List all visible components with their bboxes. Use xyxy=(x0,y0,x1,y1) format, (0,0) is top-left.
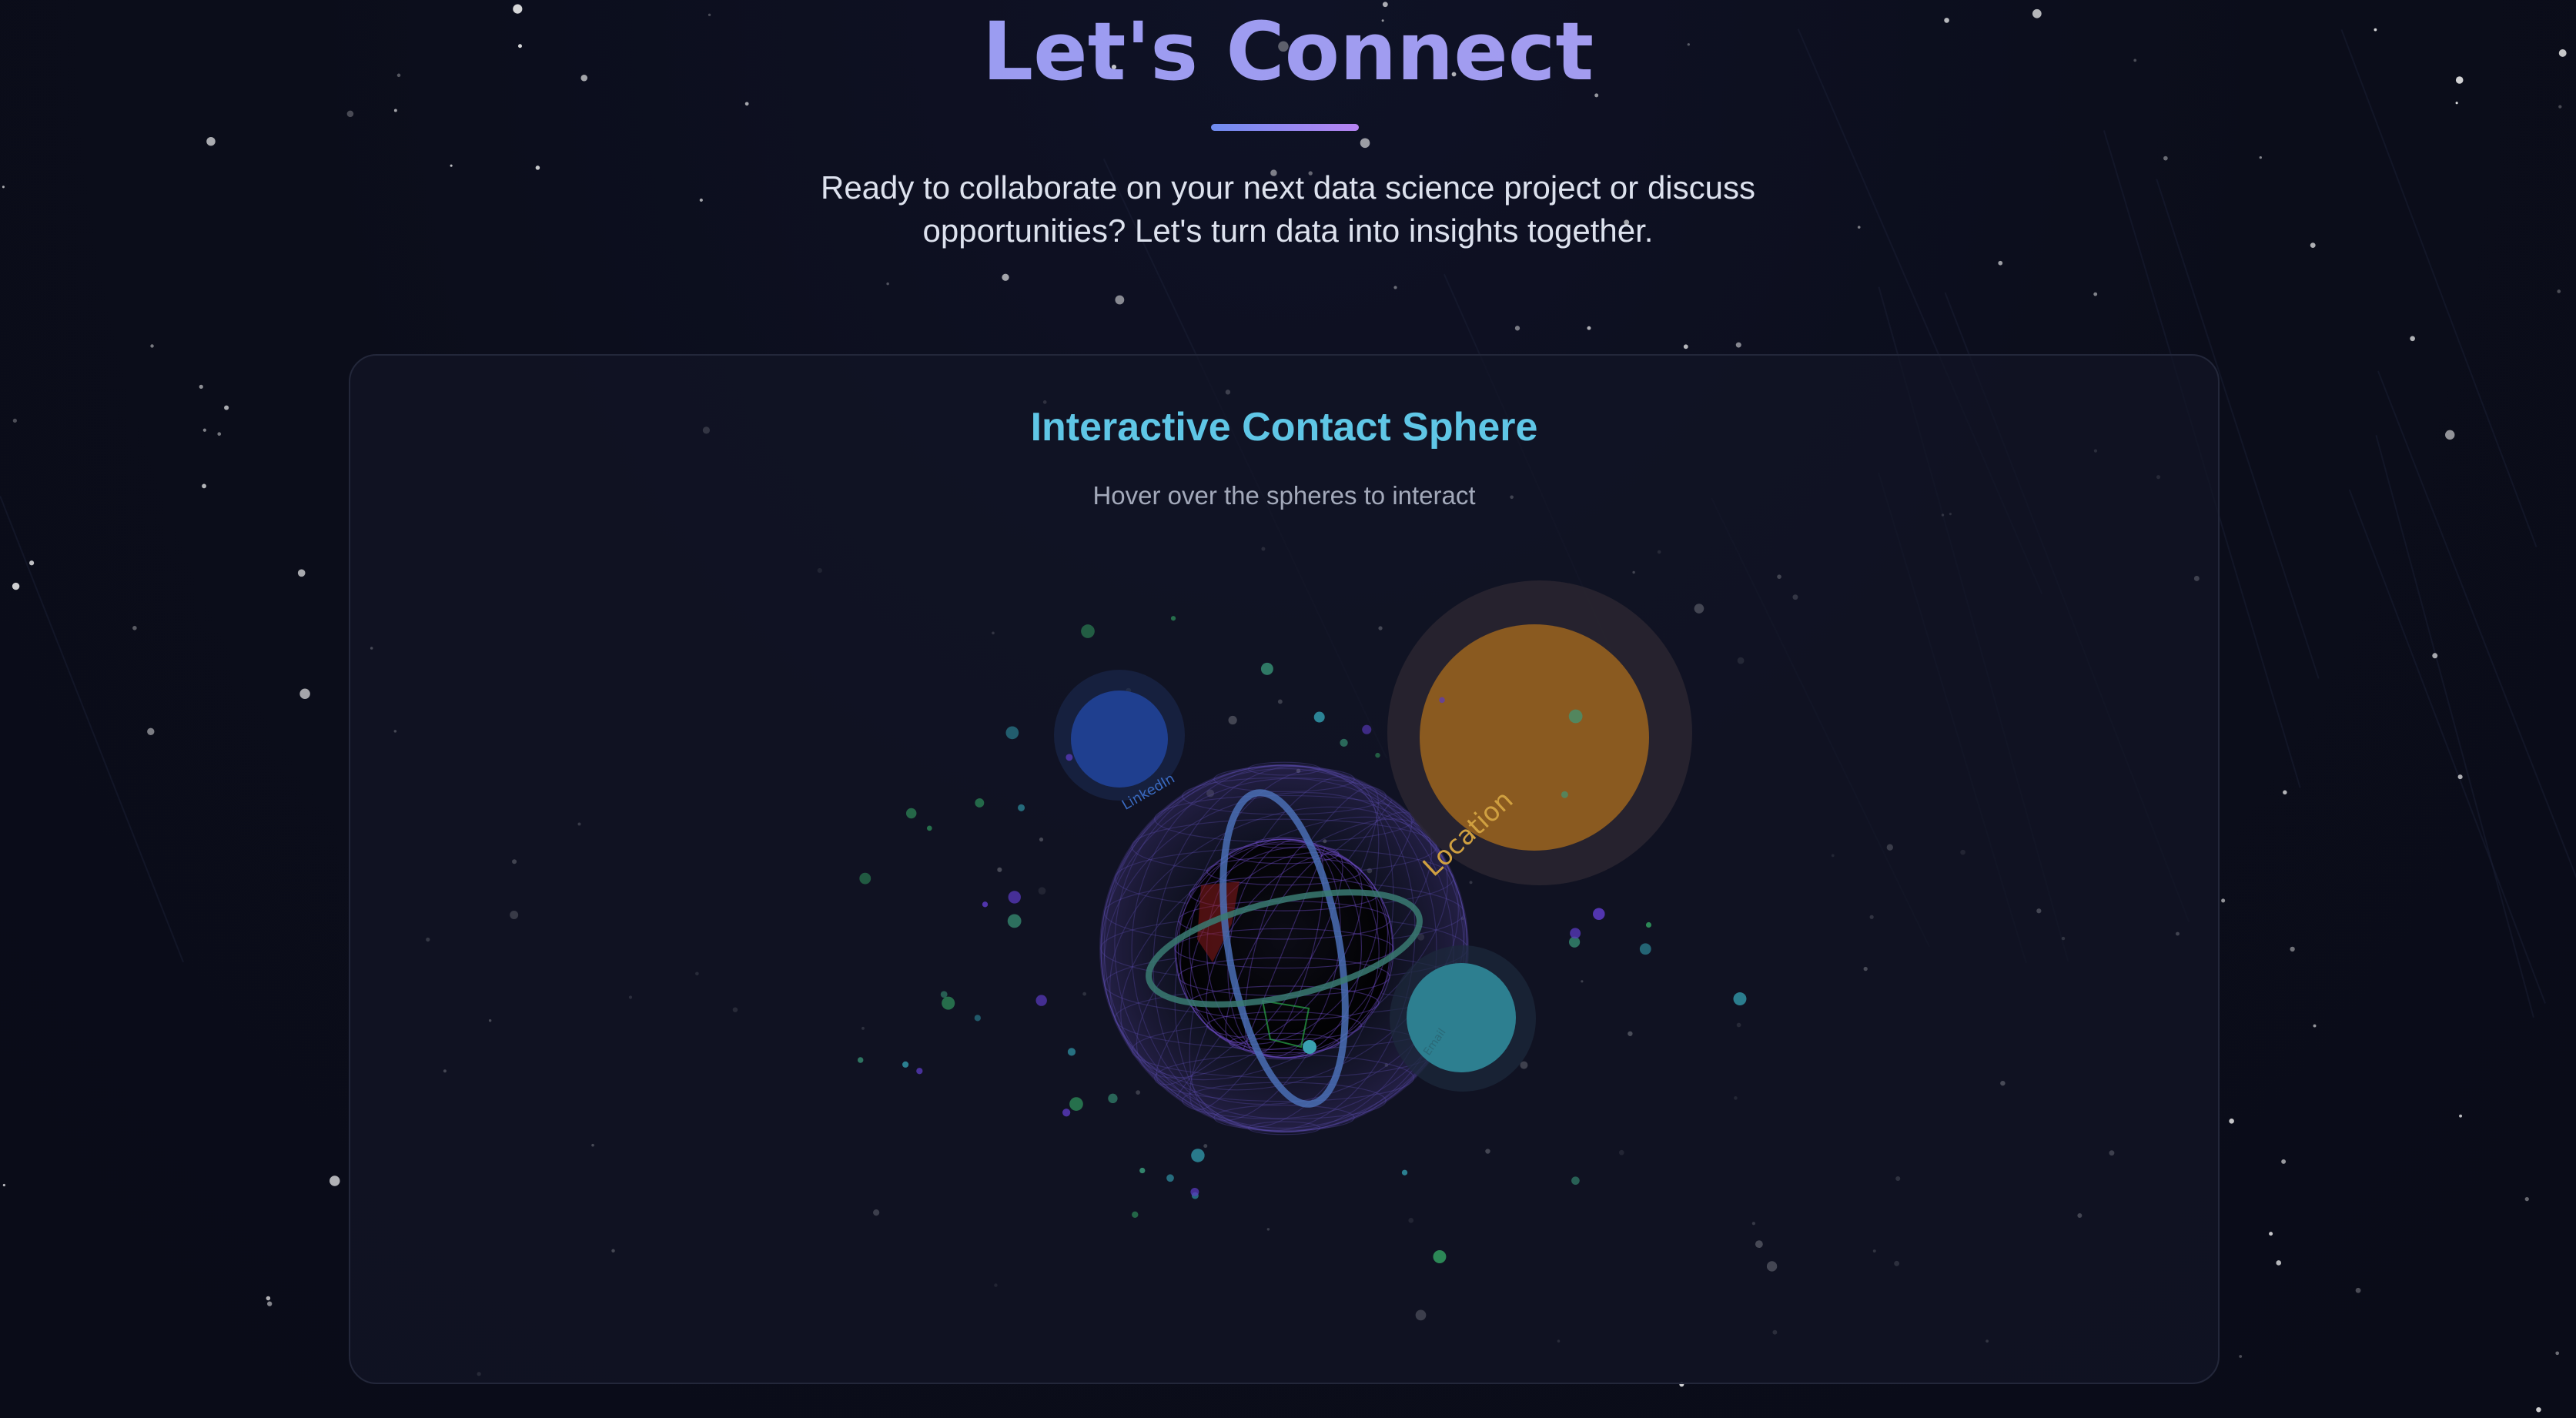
particle xyxy=(940,991,948,998)
particle xyxy=(1639,943,1651,955)
particle xyxy=(1007,914,1022,928)
particle xyxy=(1166,1174,1174,1182)
particle xyxy=(1433,1250,1447,1263)
particle xyxy=(942,996,955,1010)
particle xyxy=(916,1068,923,1075)
particle xyxy=(1439,697,1445,704)
particle xyxy=(1260,662,1273,675)
particle xyxy=(1190,1187,1199,1196)
contact-sphere-scene[interactable]: LinkedIn Location Email xyxy=(0,0,2576,1418)
particle xyxy=(1593,908,1605,921)
particle xyxy=(1069,1097,1083,1111)
particle xyxy=(1018,804,1025,811)
particle xyxy=(1191,1149,1205,1162)
particle xyxy=(1132,1211,1139,1219)
particle xyxy=(1062,1109,1071,1117)
particle xyxy=(1733,992,1747,1006)
particle xyxy=(982,901,989,908)
particle xyxy=(1362,724,1372,734)
particle xyxy=(1568,709,1583,724)
email-sphere[interactable]: Email xyxy=(1390,945,1536,1092)
particle xyxy=(1571,1176,1580,1186)
linkedin-sphere-body xyxy=(1071,691,1168,788)
particle xyxy=(1067,1048,1076,1056)
linkedin-sphere[interactable]: LinkedIn xyxy=(1054,670,1185,814)
particle xyxy=(975,798,985,808)
particle xyxy=(859,872,871,885)
particle xyxy=(1108,1093,1118,1104)
particle xyxy=(857,1057,864,1063)
particle xyxy=(926,825,932,831)
particle xyxy=(905,808,917,819)
particle xyxy=(1375,752,1380,758)
particle xyxy=(1561,791,1568,798)
particle xyxy=(1066,754,1073,761)
particle xyxy=(1645,921,1652,928)
particle xyxy=(1401,1169,1408,1176)
email-sphere-body xyxy=(1407,963,1516,1072)
particle xyxy=(1139,1167,1146,1174)
particle xyxy=(902,1061,909,1068)
particle xyxy=(1313,711,1325,723)
particle xyxy=(1170,616,1176,621)
location-sphere[interactable]: Location xyxy=(1387,580,1692,885)
particle xyxy=(1005,726,1019,740)
location-sphere-body xyxy=(1420,624,1649,851)
orbit-node xyxy=(1303,1040,1316,1054)
particle xyxy=(1340,738,1348,747)
particle xyxy=(1570,928,1581,939)
particle xyxy=(1081,624,1095,638)
particle xyxy=(974,1015,981,1022)
particle xyxy=(1008,891,1021,904)
particle xyxy=(1035,995,1047,1006)
